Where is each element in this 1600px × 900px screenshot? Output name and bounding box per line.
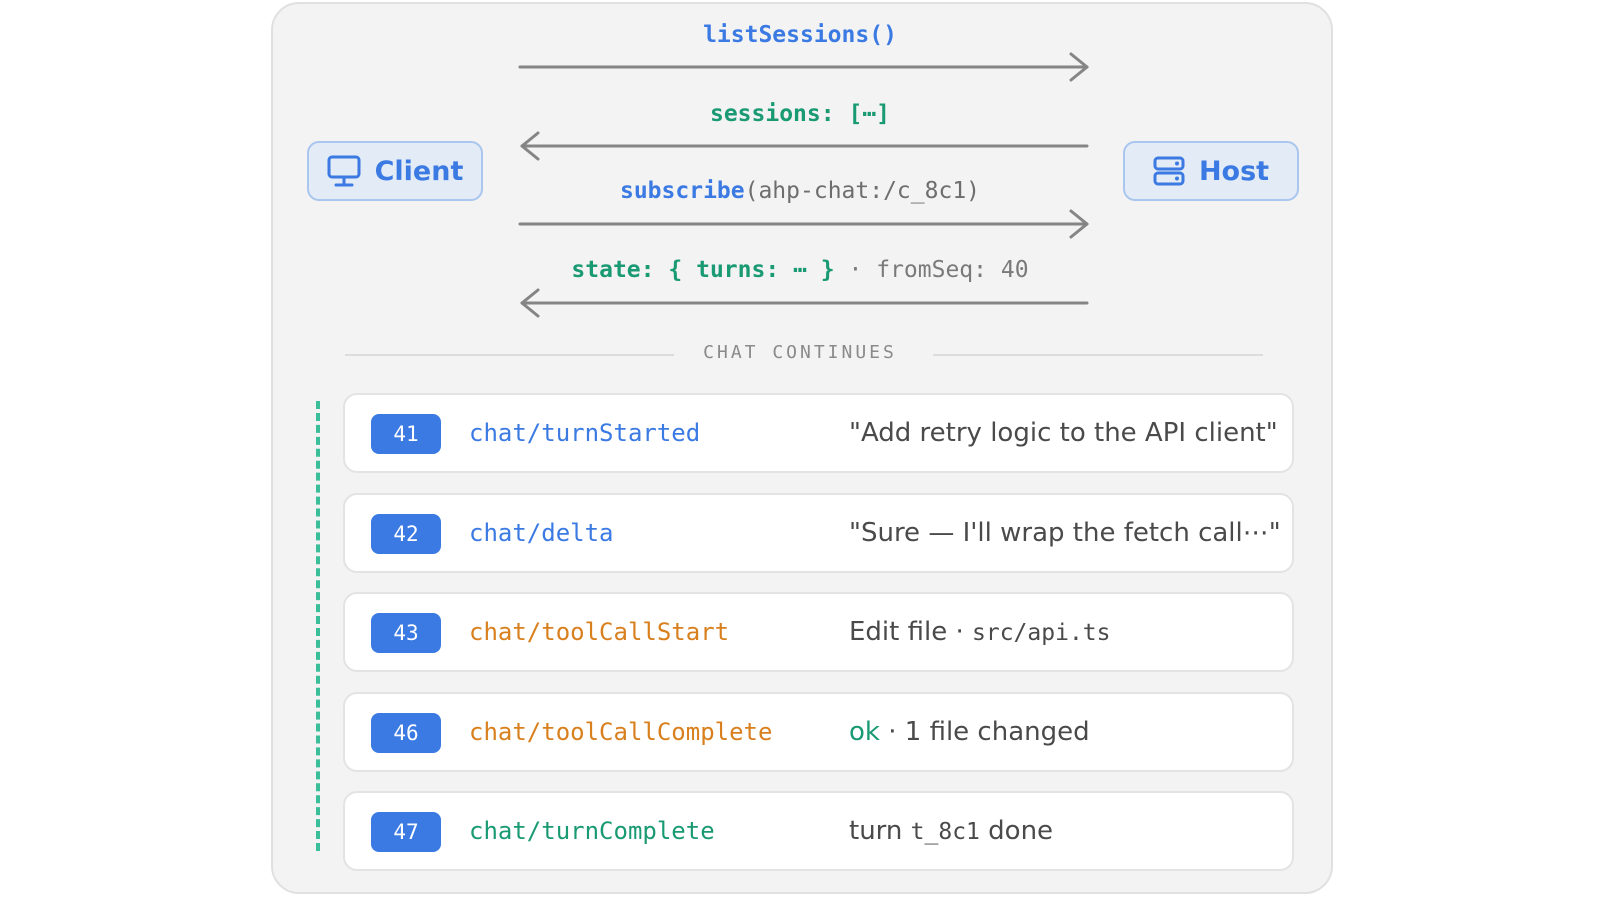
response-value: [⋯] (848, 101, 891, 127)
divider-line-right (933, 354, 1263, 356)
event-name: chat/delta (469, 518, 614, 547)
detail-prefix: turn (849, 816, 903, 846)
event-detail: turn t_8c1 done (849, 793, 1053, 869)
event-row: 46 chat/toolCallComplete ok · 1 file cha… (343, 691, 1294, 772)
sequence-badge: 47 (371, 812, 441, 852)
arrow-sessions-response (520, 131, 1089, 161)
message-state-response: state: { turns: ⋯ } · fromSeq: 40 (515, 257, 1085, 283)
detail-separator: · (888, 716, 897, 747)
detail-suffix: done (988, 816, 1054, 846)
detail-text: "Sure — I'll wrap the fetch call⋯" (849, 517, 1281, 548)
response-key: state (571, 257, 641, 283)
event-detail: ok · 1 file changed (849, 694, 1090, 770)
event-row: 41 chat/turnStarted "Add retry logic to … (343, 393, 1294, 473)
event-name: chat/toolCallStart (469, 618, 730, 646)
brace-close: } (820, 257, 835, 283)
arrow-state-response (520, 288, 1089, 318)
sequence-badge: 41 (371, 414, 441, 454)
arrow-list-sessions (518, 52, 1089, 82)
detail-text: Edit file (849, 617, 948, 647)
colon: : (765, 257, 780, 283)
detail-status: ok (849, 716, 880, 747)
sequence-badge: 42 (371, 513, 441, 554)
event-detail: Edit file · src/api.ts (849, 594, 1111, 670)
detail-text: "Add retry logic to the API client" (849, 418, 1278, 448)
event-row: 47 chat/turnComplete turn t_8c1 done (343, 791, 1294, 871)
event-detail: "Sure — I'll wrap the fetch call⋯" (849, 495, 1281, 571)
extra-key: fromSeq (876, 257, 974, 283)
event-name: chat/turnStarted (469, 419, 701, 447)
colon: : (820, 101, 835, 127)
sequence-badge: 43 (371, 613, 441, 653)
arrow-subscribe (518, 209, 1089, 239)
method-args: (ahp-chat:/c_8c1) (744, 178, 981, 204)
event-row: 42 chat/delta "Sure — I'll wrap the fetc… (343, 492, 1294, 573)
event-row: 43 chat/toolCallStart Edit file · src/ap… (343, 592, 1294, 672)
inner-key: turns (696, 257, 766, 283)
brace-open: { (668, 257, 683, 283)
divider-line-left (345, 354, 674, 356)
colon: : (640, 257, 655, 283)
sequence-badge: 46 (371, 712, 441, 753)
detail-code: t_8c1 (910, 819, 980, 845)
message-sessions-response: sessions: [⋯] (515, 101, 1085, 127)
detail-text: 1 file changed (904, 716, 1090, 747)
message-list-sessions: listSessions() (515, 22, 1085, 48)
detail-code: src/api.ts (972, 620, 1111, 646)
event-name: chat/turnComplete (469, 817, 715, 845)
event-name: chat/toolCallComplete (469, 717, 773, 746)
timeline-dashed-line (316, 401, 320, 851)
inner-value: ⋯ (793, 257, 807, 283)
message-subscribe: subscribe(ahp-chat:/c_8c1) (515, 178, 1085, 204)
separator-dot: · (848, 257, 863, 283)
colon: : (973, 257, 988, 283)
event-list: 41 chat/turnStarted "Add retry logic to … (343, 393, 1294, 891)
divider-label: CHAT CONTINUES (703, 342, 897, 363)
response-key: sessions (709, 101, 821, 127)
method-label: listSessions() (703, 22, 897, 48)
method-label: subscribe (619, 178, 745, 204)
extra-value: 40 (1000, 257, 1029, 283)
detail-separator: · (955, 617, 964, 647)
event-detail: "Add retry logic to the API client" (849, 395, 1278, 471)
